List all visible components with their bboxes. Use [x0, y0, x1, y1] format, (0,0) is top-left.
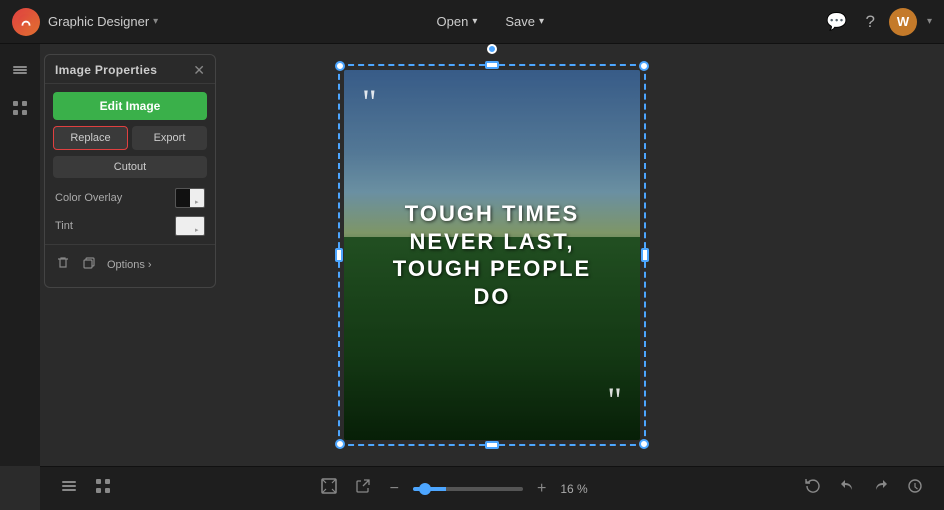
save-label: Save: [505, 14, 535, 29]
open-label: Open: [437, 14, 469, 29]
brand-menu[interactable]: Graphic Designer ▾: [48, 14, 158, 29]
handle-bottom-left[interactable]: [335, 439, 345, 449]
panel-title: Image Properties: [55, 63, 157, 77]
toolbar-right: [800, 473, 928, 504]
color-overlay-row: Color Overlay ▸: [53, 188, 207, 208]
panel-close-button[interactable]: ✕: [193, 63, 205, 77]
zoom-out-icon: −: [390, 480, 399, 497]
handle-mid-left[interactable]: [335, 248, 343, 262]
tint-label: Tint: [55, 220, 73, 232]
options-chevron: ›: [148, 259, 152, 271]
export-button[interactable]: Export: [132, 126, 207, 150]
save-chevron: ▾: [539, 16, 544, 27]
toolbar-center: − + 16 %: [316, 473, 601, 504]
panel-body: Edit Image Replace Export Cutout Color O…: [45, 84, 215, 236]
zoom-label: 16 %: [560, 482, 600, 496]
color-overlay-swatch[interactable]: ▸: [175, 188, 205, 208]
user-avatar[interactable]: W: [889, 8, 917, 36]
panel-header: Image Properties ✕: [45, 55, 215, 84]
grid-icon-button[interactable]: [4, 92, 36, 124]
handle-bottom-mid[interactable]: [485, 441, 499, 449]
left-sidebar: [0, 44, 40, 466]
undo-button[interactable]: [834, 473, 860, 504]
quote-close: ": [607, 382, 622, 418]
refresh-button[interactable]: [800, 473, 826, 504]
quote-open: ": [362, 84, 377, 120]
image-properties-panel: Image Properties ✕ Edit Image Replace Ex…: [44, 54, 216, 288]
layers-toggle-button[interactable]: [56, 473, 82, 504]
help-button[interactable]: ?: [862, 8, 879, 36]
app-logo[interactable]: [12, 8, 40, 36]
fit-screen-button[interactable]: [316, 473, 342, 504]
handle-top-mid[interactable]: [485, 61, 499, 69]
layers-icon-button[interactable]: [4, 54, 36, 86]
bottom-toolbar: − + 16 %: [40, 466, 944, 510]
replace-export-row: Replace Export: [53, 126, 207, 150]
open-menu-button[interactable]: Open ▾: [427, 10, 488, 33]
panel-footer: Options ›: [45, 244, 215, 277]
tint-row: Tint ▸: [53, 216, 207, 236]
user-menu-chevron[interactable]: ▾: [927, 16, 932, 27]
delete-icon-button[interactable]: [53, 253, 73, 277]
tint-swatch[interactable]: ▸: [175, 216, 205, 236]
color-overlay-label: Color Overlay: [55, 192, 122, 204]
open-chevron: ▾: [472, 16, 477, 27]
card-text: TOUGH TIMESNEVER LAST,TOUGH PEOPLEDO: [382, 200, 602, 310]
rotate-handle[interactable]: [487, 44, 497, 54]
zoom-in-icon: +: [537, 480, 546, 497]
design-card: " TOUGH TIMESNEVER LAST,TOUGH PEOPLEDO ": [344, 70, 640, 440]
handle-bottom-right[interactable]: [639, 439, 649, 449]
zoom-out-button[interactable]: −: [384, 478, 405, 500]
nav-center: Open ▾ Save ▾: [158, 10, 822, 33]
cutout-button[interactable]: Cutout: [53, 156, 207, 178]
replace-button[interactable]: Replace: [53, 126, 128, 150]
comment-button[interactable]: 💬: [822, 8, 851, 36]
handle-mid-right[interactable]: [641, 248, 649, 262]
save-menu-button[interactable]: Save ▾: [495, 10, 554, 33]
handle-top-right[interactable]: [639, 61, 649, 71]
options-label: Options: [107, 259, 145, 271]
options-button[interactable]: Options ›: [107, 259, 152, 271]
duplicate-icon-button[interactable]: [79, 253, 99, 277]
external-link-button[interactable]: [350, 473, 376, 504]
zoom-in-button[interactable]: +: [531, 478, 552, 500]
design-card-wrapper[interactable]: " TOUGH TIMESNEVER LAST,TOUGH PEOPLEDO ": [344, 70, 640, 440]
toolbar-left: [56, 473, 116, 504]
top-nav: Graphic Designer ▾ Open ▾ Save ▾ 💬 ? W ▾: [0, 0, 944, 44]
history-button[interactable]: [902, 473, 928, 504]
nav-right: 💬 ? W ▾: [822, 8, 932, 36]
tint-swatch-expand-icon: ▸: [195, 226, 203, 234]
edit-image-button[interactable]: Edit Image: [53, 92, 207, 120]
zoom-slider[interactable]: [413, 487, 523, 491]
grid-toggle-button[interactable]: [90, 473, 116, 504]
redo-button[interactable]: [868, 473, 894, 504]
brand-label: Graphic Designer: [48, 14, 149, 29]
swatch-expand-icon: ▸: [195, 198, 203, 206]
